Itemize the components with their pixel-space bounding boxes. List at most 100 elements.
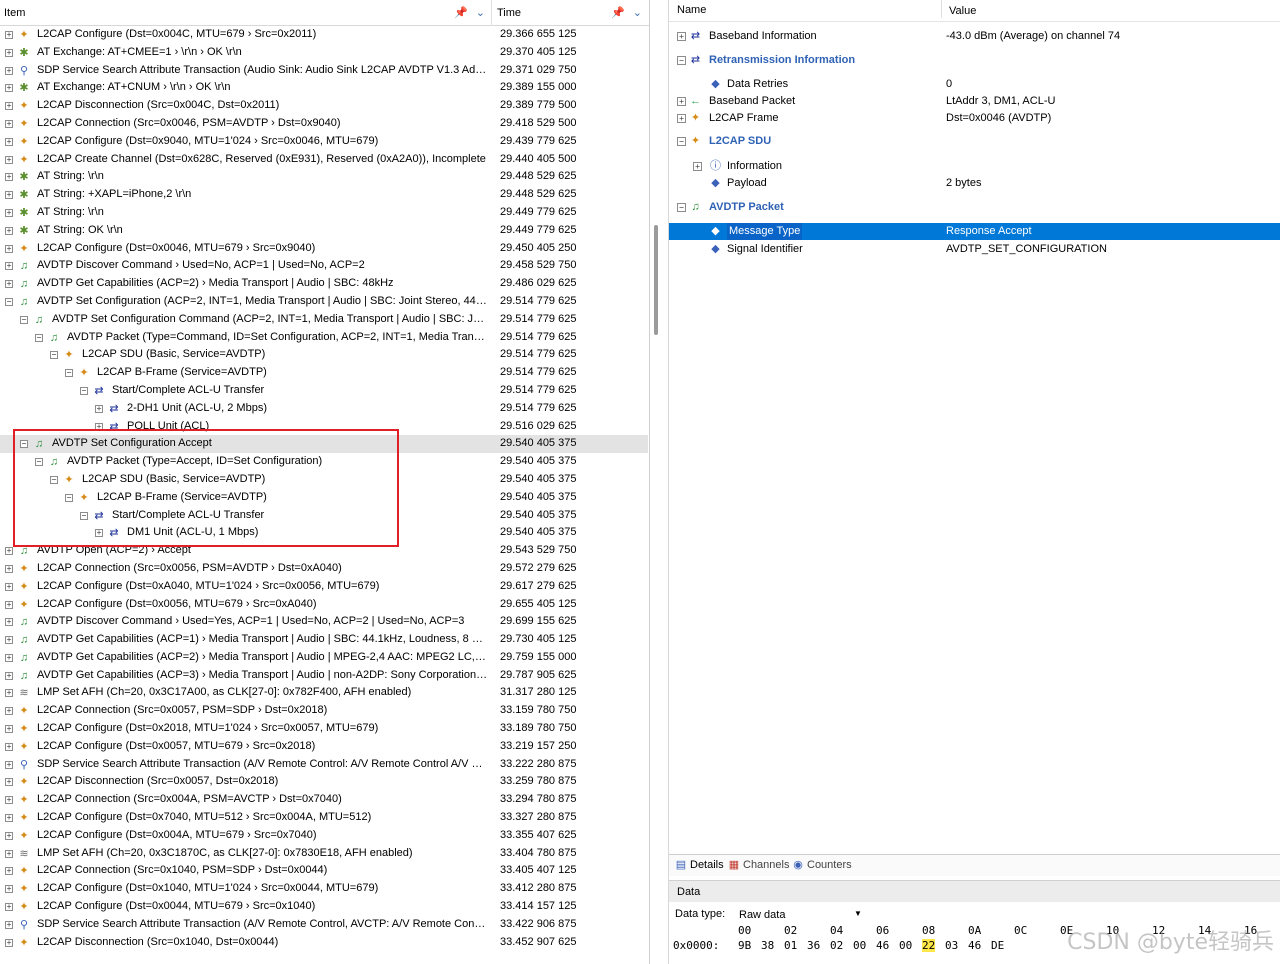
hex-byte[interactable]: 38 (761, 939, 774, 952)
expand-toggle[interactable]: + (677, 32, 686, 41)
expand-toggle[interactable]: + (5, 119, 13, 128)
collapse-toggle[interactable]: − (65, 369, 73, 378)
packet-row[interactable]: + ✦ L2CAP Configure (Dst=0x0057, MTU=679 ›… (0, 738, 648, 756)
expand-toggle[interactable]: + (5, 600, 13, 609)
expand-toggle[interactable]: + (5, 155, 13, 164)
expand-toggle[interactable]: + (5, 778, 13, 787)
collapse-toggle[interactable]: − (80, 511, 88, 520)
hex-byte[interactable]: 00 (899, 939, 912, 952)
detail-row[interactable]: ◆ Signal Identifier AVDTP_SET_CONFIGURATIO… (669, 241, 1280, 258)
column-header-item[interactable]: Item 📌 ⌄ (0, 0, 492, 26)
packet-row[interactable]: + ✦ L2CAP Disconnection (Src=0x0057, Dst=0… (0, 773, 648, 791)
expand-toggle[interactable]: + (5, 208, 13, 217)
data-type-select[interactable]: Raw data (739, 905, 864, 923)
column-header-name[interactable]: Name (677, 4, 706, 16)
packet-row[interactable]: − ♫ AVDTP Packet (Type=Accept, ID=Set Conf… (0, 453, 648, 471)
expand-toggle[interactable]: + (5, 725, 13, 734)
detail-row[interactable]: − ✦ L2CAP SDU (669, 133, 1280, 150)
chevron-down-icon[interactable]: ⌄ (633, 7, 642, 19)
expand-toggle[interactable]: + (5, 796, 13, 805)
expand-toggle[interactable]: + (5, 262, 13, 271)
expand-toggle[interactable]: + (5, 84, 13, 93)
expand-toggle[interactable]: + (5, 760, 13, 769)
expand-toggle[interactable]: + (5, 689, 13, 698)
expand-toggle[interactable]: + (5, 582, 13, 591)
column-header-value[interactable]: Value (941, 0, 976, 18)
expand-toggle[interactable]: + (693, 162, 702, 171)
expand-toggle[interactable]: + (5, 191, 13, 200)
dropdown-arrow-icon[interactable]: ▼ (854, 904, 862, 924)
hex-byte[interactable]: 01 (784, 939, 797, 952)
detail-row[interactable]: + ⇄ Baseband Information -43.0 dBm (Average… (669, 28, 1280, 45)
expand-toggle[interactable]: + (5, 173, 13, 182)
collapse-toggle[interactable]: − (35, 333, 43, 342)
collapse-toggle[interactable]: − (35, 458, 43, 467)
hex-byte[interactable]: 22 (922, 939, 936, 952)
expand-toggle[interactable]: + (677, 97, 686, 106)
collapse-toggle[interactable]: − (50, 475, 58, 484)
detail-row[interactable]: + ✦ L2CAP Frame Dst=0x0046 (AVDTP) (669, 110, 1280, 127)
expand-toggle[interactable]: + (5, 137, 13, 146)
scrollbar-thumb[interactable] (654, 225, 658, 335)
packet-row[interactable]: + ✦ L2CAP Configure (Dst=0x004C, MTU=679 ›… (0, 26, 648, 44)
packet-row[interactable]: + ♫ AVDTP Get Capabilities (ACP=3) › Media… (0, 667, 648, 685)
hex-byte[interactable]: 00 (853, 939, 866, 952)
packet-row[interactable]: + ⚲ SDP Service Search Attribute Transacti… (0, 756, 648, 774)
packet-row[interactable]: + ✦ L2CAP Configure (Dst=0x9040, MTU=1'024… (0, 133, 648, 151)
packet-row[interactable]: + ✱ AT Exchange: AT+CNUM › \r\n › OK \r\n 2… (0, 79, 648, 97)
pin-icon[interactable]: 📌 (611, 7, 625, 19)
tab-channels[interactable]: ▦ Channels (727, 858, 790, 871)
expand-toggle[interactable]: + (5, 636, 13, 645)
packet-row[interactable]: − ⇄ Start/Complete ACL-U Transfer 29.540 40… (0, 507, 648, 525)
packet-row[interactable]: + ✱ AT Exchange: AT+CMEE=1 › \r\n › OK \r\… (0, 44, 648, 62)
packet-row[interactable]: − ✦ L2CAP B-Frame (Service=AVDTP) 29.540 40… (0, 489, 648, 507)
packet-row[interactable]: + ✱ AT String: OK \r\n 29.449 779 625 (0, 222, 648, 240)
hex-byte[interactable]: 03 (945, 939, 958, 952)
packet-row[interactable]: − ✦ L2CAP SDU (Basic, Service=AVDTP) 29.514… (0, 346, 648, 364)
packet-row[interactable]: + ✦ L2CAP Connection (Src=0x004A, PSM=AVCT… (0, 791, 648, 809)
collapse-toggle[interactable]: − (677, 56, 686, 65)
packet-row[interactable]: − ✦ L2CAP B-Frame (Service=AVDTP) 29.514 77… (0, 364, 648, 382)
packet-row[interactable]: + ✦ L2CAP Disconnection (Src=0x004C, Dst=0… (0, 97, 648, 115)
expand-toggle[interactable]: + (5, 244, 13, 253)
expand-toggle[interactable]: + (5, 867, 13, 876)
expand-toggle[interactable]: + (5, 564, 13, 573)
packet-row[interactable]: + ✦ L2CAP Configure (Dst=0x0046, MTU=679 ›… (0, 240, 648, 258)
expand-toggle[interactable]: + (5, 31, 13, 39)
pin-icon[interactable]: 📌 (454, 7, 468, 19)
expand-toggle[interactable]: + (5, 920, 13, 929)
expand-toggle[interactable]: + (677, 114, 686, 123)
packet-row[interactable]: + ✦ L2CAP Create Channel (Dst=0x628C, Rese… (0, 151, 648, 169)
expand-toggle[interactable]: + (5, 547, 13, 556)
packet-row[interactable]: + ✦ L2CAP Connection (Src=0x0046, PSM=AVDT… (0, 115, 648, 133)
packet-row[interactable]: + ⚲ SDP Service Search Attribute Transacti… (0, 916, 648, 934)
expand-toggle[interactable]: + (5, 226, 13, 235)
hex-byte[interactable]: 46 (968, 939, 981, 952)
packet-row[interactable]: − ♫ AVDTP Packet (Type=Command, ID=Set Con… (0, 329, 648, 347)
expand-toggle[interactable]: + (95, 529, 103, 538)
detail-row[interactable]: − ⇄ Retransmission Information (669, 52, 1280, 69)
packet-row[interactable]: + ✦ L2CAP Configure (Dst=0x0044, MTU=679 ›… (0, 898, 648, 916)
expand-toggle[interactable]: + (5, 885, 13, 894)
packet-row[interactable]: + ♫ AVDTP Get Capabilities (ACP=2) › Media… (0, 275, 648, 293)
packet-row[interactable]: + ♫ AVDTP Discover Command › Used=Yes, ACP… (0, 613, 648, 631)
packet-row[interactable]: + ≋ LMP Set AFH (Ch=20, 0x3C1870C, as CLK[… (0, 845, 648, 863)
detail-row[interactable]: ◆ Data Retries 0 (669, 76, 1280, 93)
packet-row[interactable]: + ⚲ SDP Service Search Attribute Transacti… (0, 62, 648, 80)
expand-toggle[interactable]: + (95, 422, 103, 431)
packet-row[interactable]: + ✱ AT String: \r\n 29.448 529 625 (0, 168, 648, 186)
collapse-toggle[interactable]: − (65, 493, 73, 502)
packet-row[interactable]: + ≋ LMP Set AFH (Ch=20, 0x3C17A00, as CLK[… (0, 684, 648, 702)
packet-row[interactable]: + ✦ L2CAP Configure (Dst=0x7040, MTU=512 ›… (0, 809, 648, 827)
tab-counters[interactable]: ◉ Counters (791, 858, 851, 871)
packet-row[interactable]: + ✦ L2CAP Disconnection (Src=0x1040, Dst=0… (0, 934, 648, 952)
detail-row[interactable]: ◆ Payload 2 bytes (669, 175, 1280, 192)
packet-row[interactable]: − ♫ AVDTP Set Configuration Command (ACP=2… (0, 311, 648, 329)
packet-row[interactable]: + ⇄ DM1 Unit (ACL-U, 1 Mbps) 29.540 405 375 (0, 524, 648, 542)
detail-row[interactable]: + ⓘ Information (669, 158, 1280, 175)
packet-row[interactable]: − ⇄ Start/Complete ACL-U Transfer 29.514 77… (0, 382, 648, 400)
expand-toggle[interactable]: + (5, 48, 13, 57)
expand-toggle[interactable]: + (5, 903, 13, 912)
packet-row[interactable]: + ♫ AVDTP Get Capabilities (ACP=1) › Media… (0, 631, 648, 649)
hex-byte[interactable]: 02 (830, 939, 843, 952)
